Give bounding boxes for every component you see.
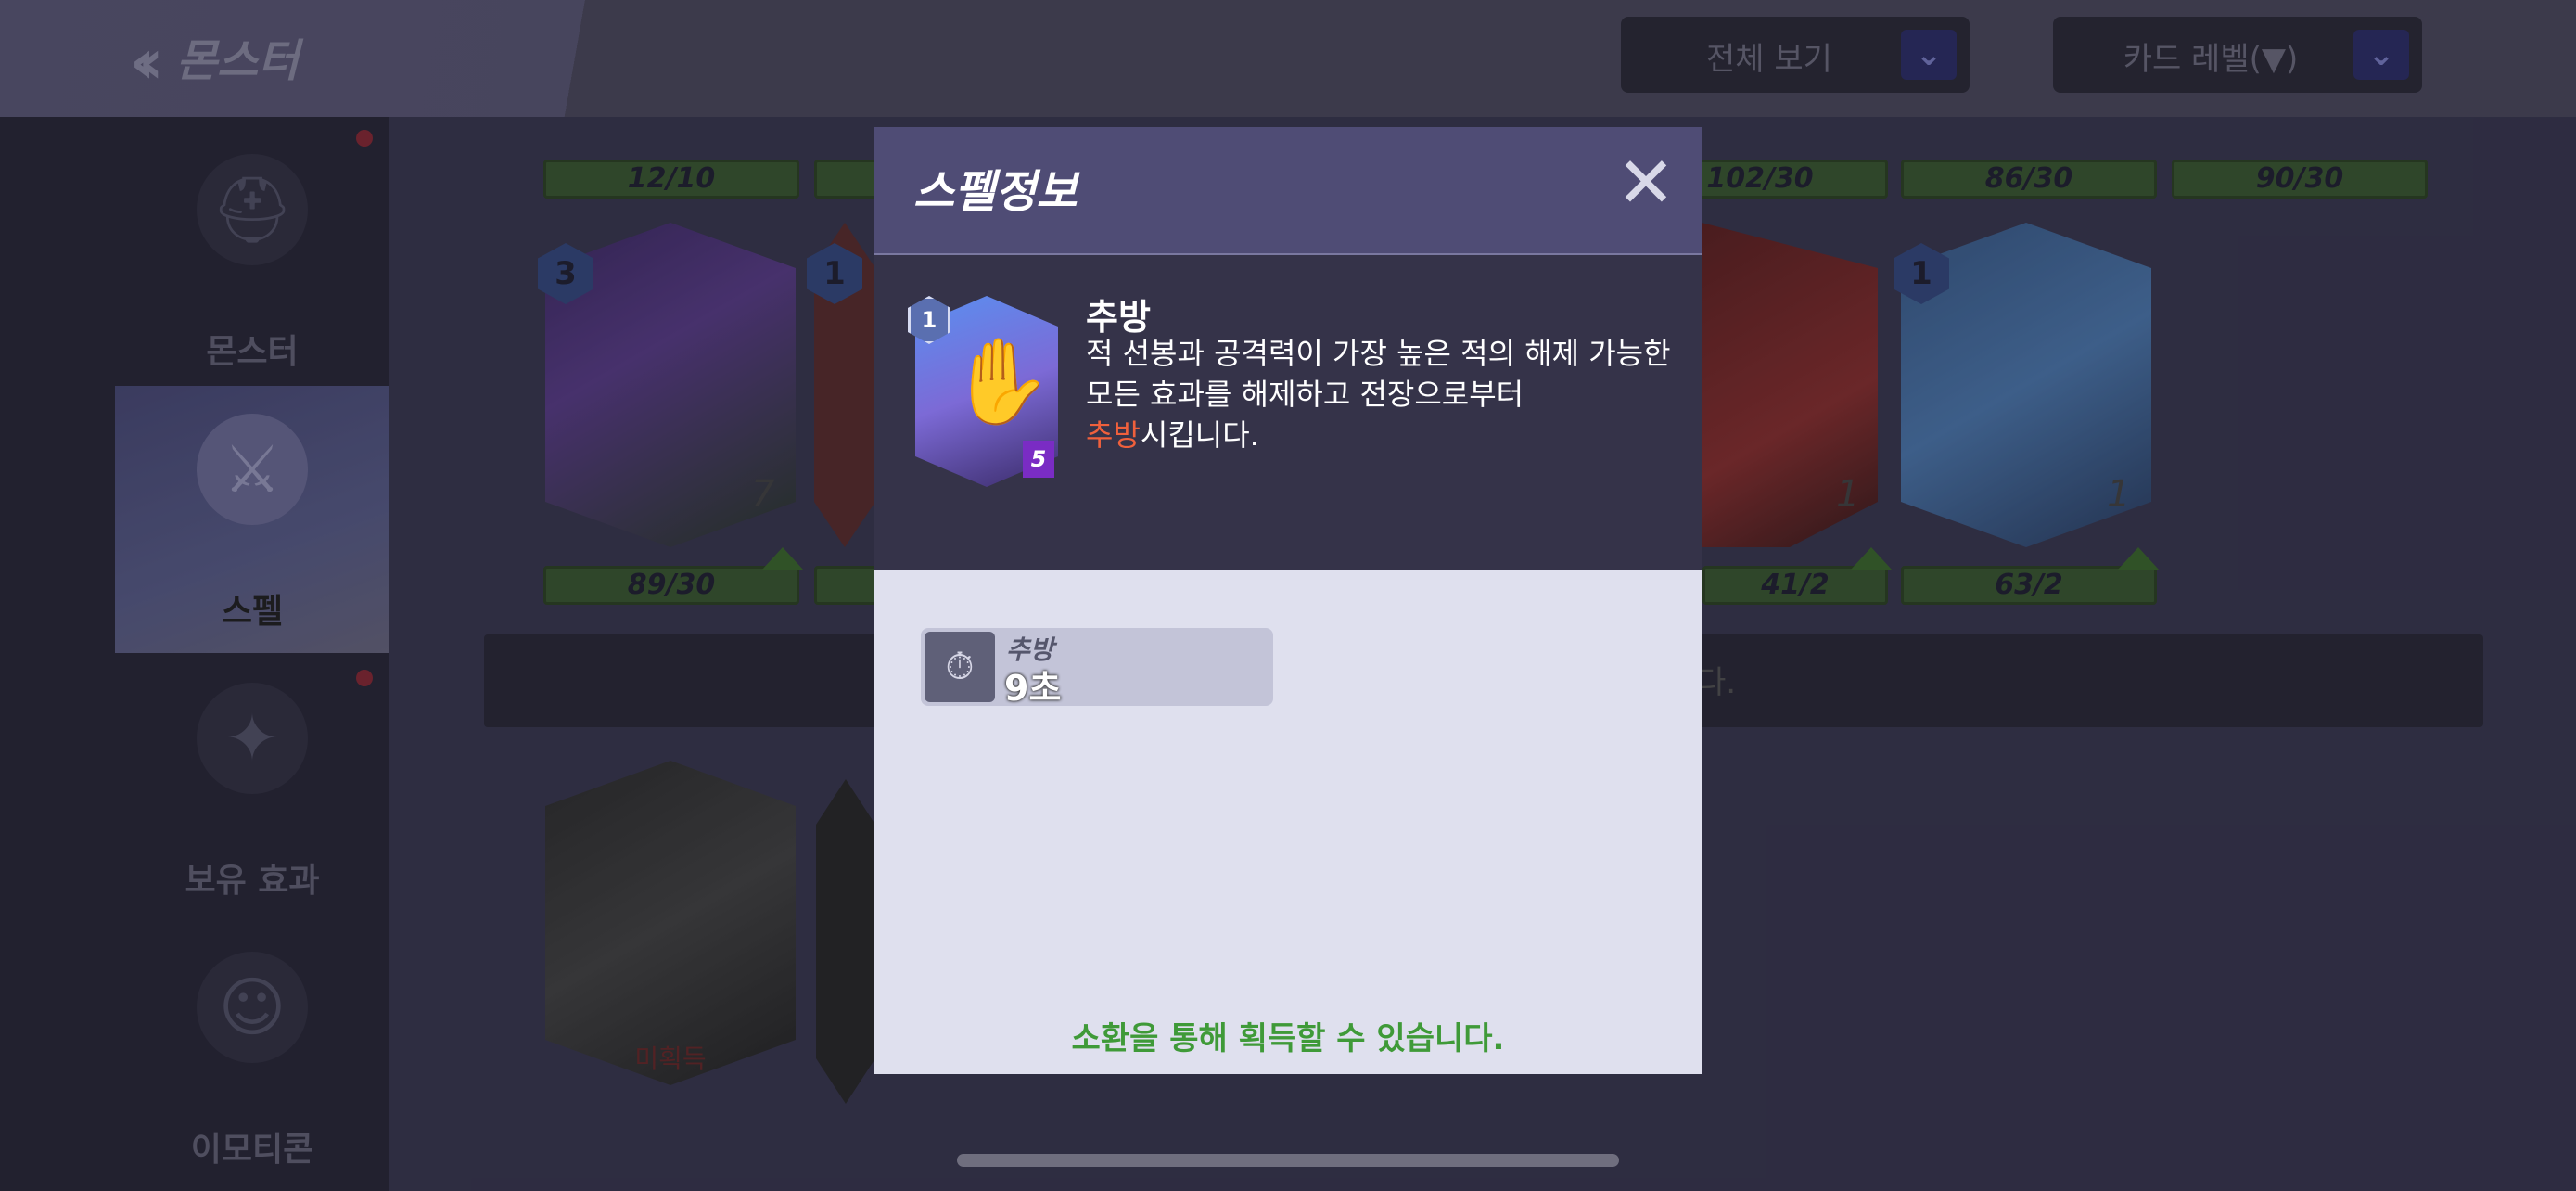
description-line: 추방시킵니다. [1086,415,1679,455]
timer-icon: ⏱ [925,632,995,702]
spell-info-modal: 스펠정보 ✕ ✋ 1 5 추방 적 선봉과 공격력이 가장 높은 적의 해제 가… [874,127,1702,1074]
description-tail: 시킵니다. [1140,417,1259,453]
acquire-hint: 소환을 통해 획득할 수 있습니다. [1071,1020,1505,1057]
spell-name: 추방 [1086,297,1151,338]
hand-icon: ✋ [949,333,1053,430]
description-highlight: 추방 [1086,417,1141,453]
description-line: 적 선봉과 공격력이 가장 높은 적의 해제 가능한 [1086,336,1671,371]
modal-header: 스펠정보 ✕ [874,127,1702,255]
card-cost-badge: 5 [1023,441,1054,478]
home-indicator[interactable] [957,1154,1619,1167]
modal-title: 스펠정보 [913,166,1078,218]
spell-stat: ⏱ 추방 9초 [921,628,1273,709]
spell-detail-panel: ✋ 1 5 추방 적 선봉과 공격력이 가장 높은 적의 해제 가능한 모든 효… [874,255,1702,570]
description-line: 모든 효과를 해제하고 전장으로부터 [1086,377,1524,412]
stat-value: 9초 [1004,668,1062,709]
spell-description: 적 선봉과 공격력이 가장 높은 적의 해제 가능한 모든 효과를 해제하고 전… [1086,333,1679,455]
close-icon[interactable]: ✕ [1616,147,1676,218]
